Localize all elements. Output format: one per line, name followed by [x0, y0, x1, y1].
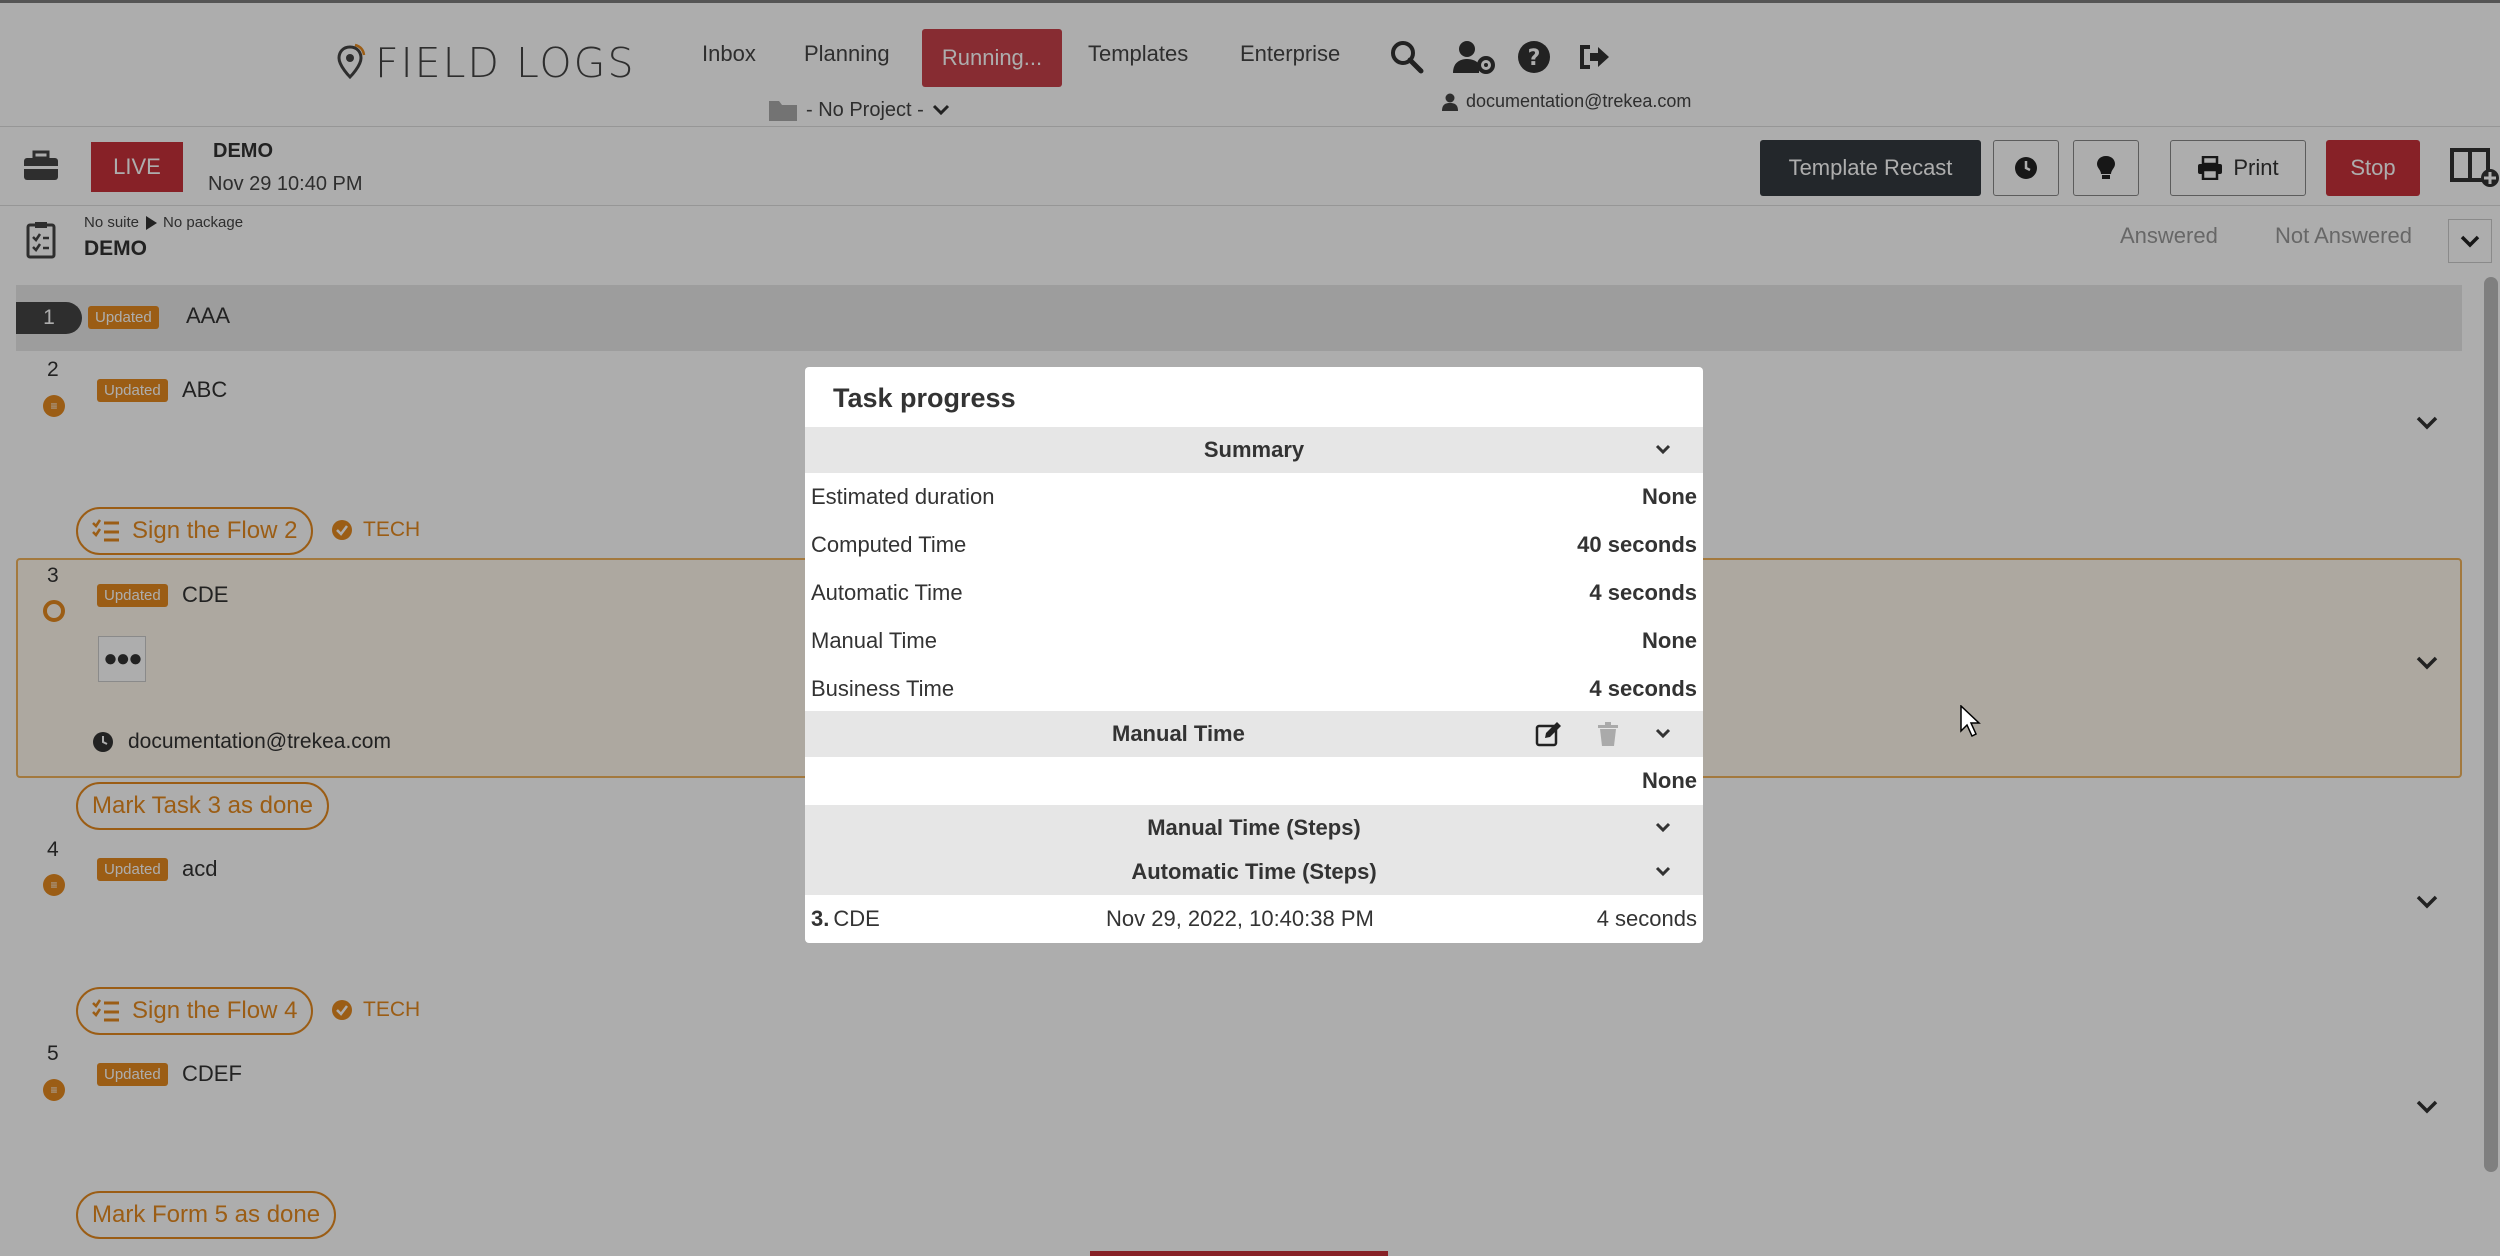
automatic-steps-header-label: Automatic Time (Steps): [1131, 859, 1377, 884]
edit-icon[interactable]: [1535, 721, 1563, 747]
manual-steps-header-label: Manual Time (Steps): [1147, 815, 1361, 840]
summary-label: Business Time: [811, 676, 955, 701]
summary-row: Manual Time None: [805, 617, 1703, 665]
manual-time-header-label: Manual Time: [1112, 721, 1245, 746]
summary-value: 4 seconds: [1589, 580, 1697, 605]
summary-row: Business Time 4 seconds: [805, 665, 1703, 713]
summary-section-header[interactable]: Summary: [805, 427, 1703, 473]
summary-row: Automatic Time 4 seconds: [805, 569, 1703, 617]
manual-time-row: None: [805, 757, 1703, 805]
summary-label: Manual Time: [811, 628, 937, 653]
summary-row: Estimated duration None: [805, 473, 1703, 521]
summary-value: None: [1642, 484, 1697, 509]
summary-label: Computed Time: [811, 532, 967, 557]
step-duration: 4 seconds: [1596, 906, 1697, 931]
step-number: 3.: [811, 906, 830, 931]
step-date: Nov 29, 2022, 10:40:38 PM: [1106, 906, 1374, 931]
manual-time-value: None: [1642, 768, 1697, 793]
chevron-down-icon: [1655, 866, 1671, 877]
task-progress-modal: Task progress Summary Estimated duration…: [805, 367, 1703, 943]
chevron-down-icon: [1655, 822, 1671, 833]
summary-header-label: Summary: [1203, 437, 1305, 462]
step-row: 3. CDE Nov 29, 2022, 10:40:38 PM 4 secon…: [805, 895, 1703, 943]
manual-time-section-header[interactable]: Manual Time: [805, 711, 1703, 757]
summary-label: Automatic Time: [811, 580, 963, 605]
summary-value: None: [1642, 628, 1697, 653]
modal-title: Task progress: [833, 383, 1016, 413]
summary-value: 4 seconds: [1589, 676, 1697, 701]
step-name: CDE: [833, 906, 880, 931]
manual-steps-section-header[interactable]: Manual Time (Steps): [805, 805, 1703, 851]
summary-value: 40 seconds: [1577, 532, 1697, 557]
chevron-down-icon: [1655, 444, 1671, 455]
chevron-down-icon: [1655, 728, 1671, 739]
trash-icon[interactable]: [1597, 722, 1619, 746]
automatic-steps-section-header[interactable]: Automatic Time (Steps): [805, 849, 1703, 895]
summary-label: Estimated duration: [811, 484, 995, 509]
mouse-cursor-icon: [1960, 705, 1981, 738]
summary-row: Computed Time 40 seconds: [805, 521, 1703, 569]
